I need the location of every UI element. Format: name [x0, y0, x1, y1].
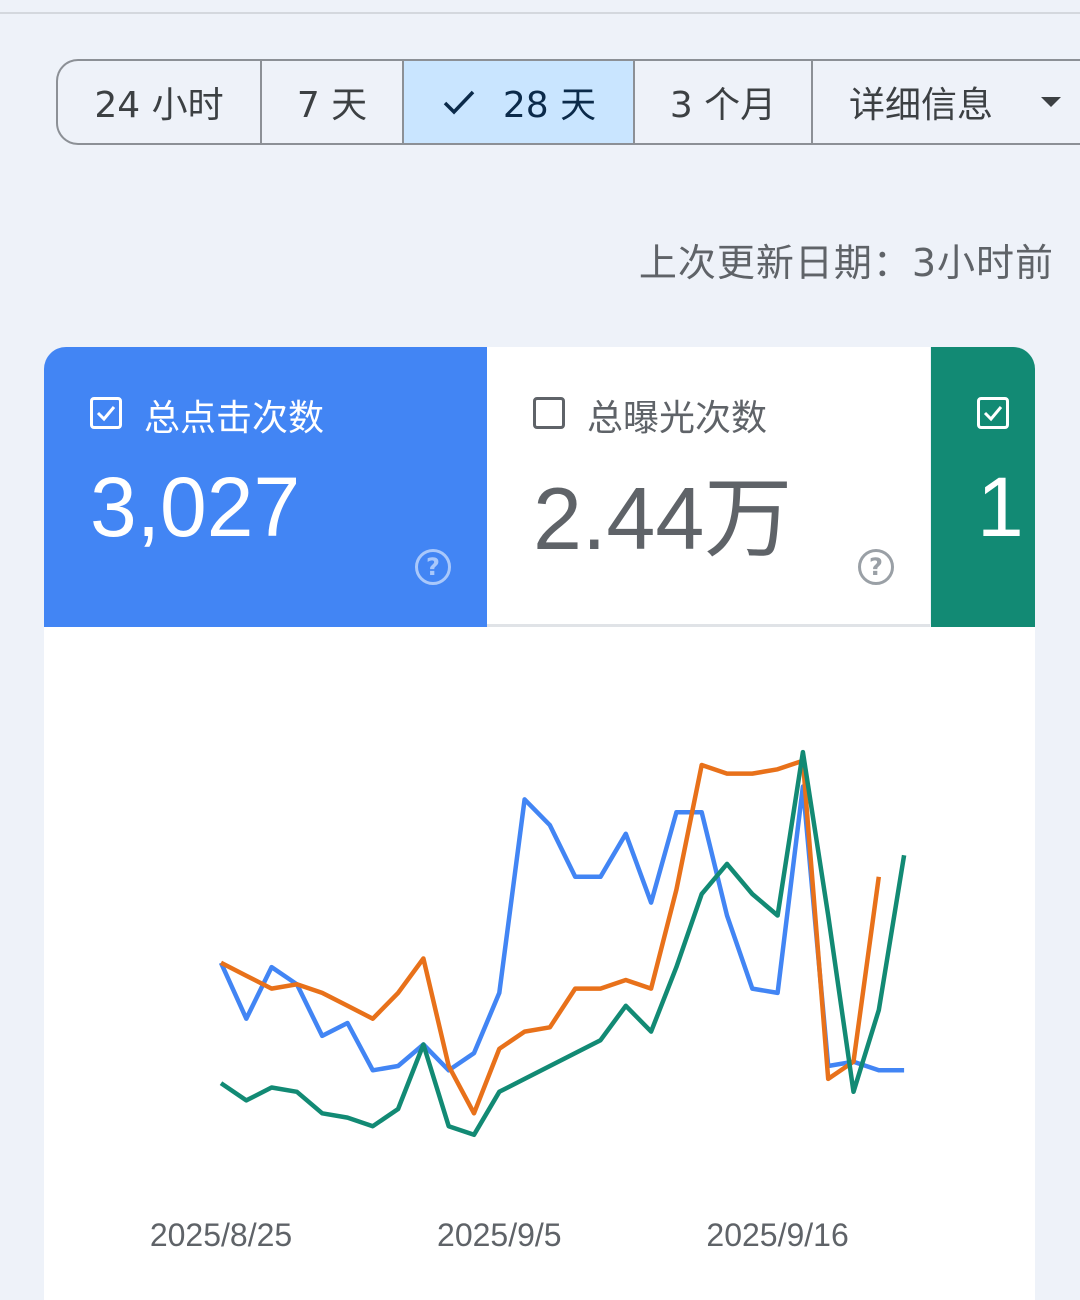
last-updated-text: 上次更新日期：3小时前	[638, 241, 1054, 285]
help-icon[interactable]: ?	[415, 549, 451, 585]
x-tick-label: 2025/9/16	[706, 1217, 848, 1253]
metric-value: 3,027	[90, 460, 301, 554]
more-details-dropdown[interactable]: 详细信息	[813, 61, 1080, 143]
checkmark-icon	[441, 84, 477, 120]
range-option-24h[interactable]: 24 小时	[58, 61, 262, 143]
range-option-7d[interactable]: 7 天	[262, 61, 404, 143]
date-range-selector: 24 小时 7 天 28 天 3 个月 详细信息	[56, 59, 1080, 145]
checkbox-checked-icon[interactable]	[977, 397, 1009, 429]
range-option-label: 28 天	[502, 85, 597, 126]
performance-chart: 2025/8/25 2025/9/5 2025/9/16	[44, 627, 1035, 1300]
metric-card-clicks[interactable]: 总点击次数 3,027 ?	[44, 347, 487, 627]
metric-value: 1	[977, 460, 1024, 554]
range-option-label: 24 小时	[94, 85, 224, 126]
range-option-label: 7 天	[296, 85, 368, 126]
top-divider	[0, 12, 1080, 14]
series-line-2	[219, 758, 882, 1116]
range-option-28d-selected[interactable]: 28 天	[404, 61, 635, 143]
dropdown-arrow-icon	[1041, 97, 1062, 107]
x-tick-label: 2025/9/5	[437, 1217, 562, 1253]
help-icon[interactable]: ?	[858, 549, 894, 585]
x-tick-label: 2025/8/25	[150, 1217, 292, 1253]
more-details-label: 详细信息	[849, 85, 994, 126]
checkbox-checked-icon[interactable]	[90, 397, 122, 429]
checkbox-unchecked-icon[interactable]	[533, 397, 565, 429]
metric-label: 总点击次数	[144, 398, 325, 439]
series-line-1	[218, 784, 905, 1073]
metric-value: 2.44万	[533, 469, 793, 568]
metric-cards: 总点击次数 3,027 ? 总曝光次数 2.44万 ? 1	[44, 347, 1035, 627]
metric-card-impressions[interactable]: 总曝光次数 2.44万 ?	[487, 347, 930, 627]
line-chart: 2025/8/25 2025/9/5 2025/9/16	[150, 749, 907, 1253]
metric-label: 总曝光次数	[587, 398, 768, 439]
metric-card-third[interactable]: 1	[931, 347, 1035, 627]
range-option-3m[interactable]: 3 个月	[635, 61, 813, 143]
range-option-label: 3 个月	[669, 85, 777, 126]
